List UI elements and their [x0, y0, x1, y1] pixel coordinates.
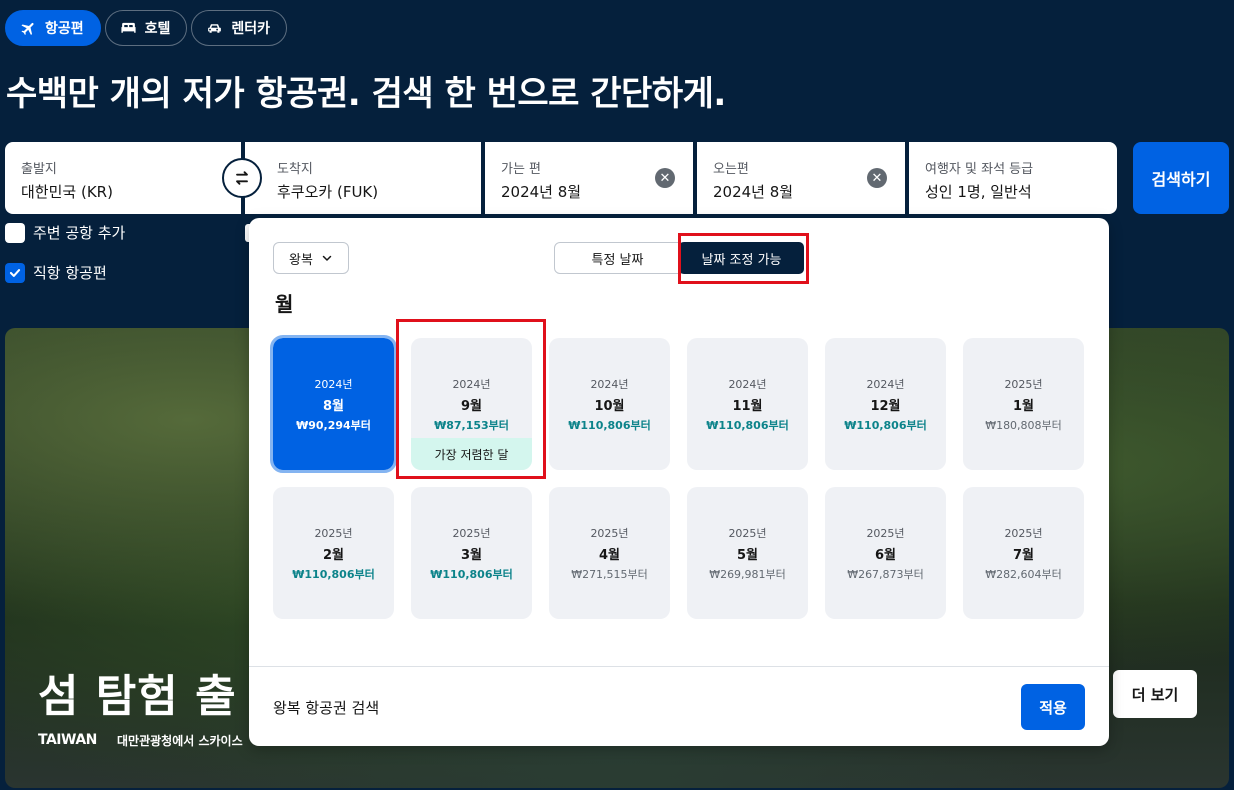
month-year: 2025년 [728, 526, 767, 540]
month-cell[interactable]: 2025년 6월 ₩267,873부터 [825, 487, 946, 619]
month-year: 2024년 [314, 377, 353, 391]
nearby-airports-checkbox[interactable]: 주변 공항 추가 [5, 222, 125, 243]
origin-value: 대한민국 (KR) [21, 183, 113, 201]
travellers-label: 여행자 및 좌석 등급 [925, 162, 1034, 177]
month-price: ₩180,808부터 [985, 418, 1062, 432]
month-price: ₩269,981부터 [709, 567, 786, 581]
highlight-box-cheapest-month [396, 319, 546, 479]
month-name: 6월 [874, 547, 896, 563]
month-price: ₩271,515부터 [571, 567, 648, 581]
month-year: 2024년 [590, 377, 629, 391]
tab-hotels[interactable]: 호텔 [104, 10, 188, 46]
toggle-specific-dates[interactable]: 특정 날짜 [555, 243, 680, 273]
month-year: 2025년 [314, 526, 353, 540]
hero-title: 섬 탐험 출 [38, 671, 237, 722]
travellers-value: 성인 1명, 일반석 [925, 183, 1032, 201]
tab-label: 렌터카 [231, 21, 271, 37]
month-name: 2월 [322, 547, 344, 563]
month-cell[interactable]: 2024년 8월 ₩90,294부터 [270, 335, 397, 473]
month-price: ₩90,294부터 [296, 418, 371, 432]
month-price: ₩267,873부터 [847, 567, 924, 581]
more-button[interactable]: 더 보기 [1113, 670, 1197, 718]
chevron-down-icon [322, 255, 332, 261]
month-cell[interactable]: 2025년 5월 ₩269,981부터 [687, 487, 808, 619]
destination-value: 후쿠오카 (FUK) [277, 183, 379, 201]
month-year: 2025년 [866, 526, 905, 540]
month-name: 10월 [594, 398, 625, 414]
travellers-field[interactable]: 여행자 및 좌석 등급 성인 1명, 일반석 [909, 142, 1117, 214]
month-price: ₩110,806부터 [568, 418, 651, 432]
month-year: 2025년 [452, 526, 491, 540]
date-picker-popup: 왕복 특정 날짜 날짜 조정 가능 월 2024년 8월 ₩90,294부터 2… [249, 218, 1109, 746]
nearby-airports-label: 주변 공항 추가 [33, 224, 126, 242]
footer-label: 왕복 항공권 검색 [273, 699, 380, 717]
month-price: ₩282,604부터 [985, 567, 1062, 581]
page-headline: 수백만 개의 저가 항공권. 검색 한 번으로 간단하게. [6, 74, 726, 114]
popup-footer: 왕복 항공권 검색 적용 [249, 666, 1109, 746]
month-name: 7월 [1012, 547, 1034, 563]
taiwan-logo: TAIWAN [38, 732, 97, 748]
return-value: 2024년 8월 [713, 183, 794, 201]
month-name: 12월 [870, 398, 901, 414]
checkbox-box[interactable] [5, 222, 25, 243]
swap-airports-button[interactable] [222, 158, 262, 198]
month-grid: 2024년 8월 ₩90,294부터 2024년 9월 ₩87,153부터 가장… [270, 335, 1085, 619]
close-icon: ✕ [659, 170, 671, 186]
month-cell[interactable]: 2025년 2월 ₩110,806부터 [273, 487, 394, 619]
month-name: 3월 [460, 547, 482, 563]
month-year: 2025년 [1004, 377, 1043, 391]
car-icon [208, 23, 222, 33]
depart-value: 2024년 8월 [501, 183, 582, 201]
trip-type-select[interactable]: 왕복 [273, 242, 349, 274]
tab-flights[interactable]: 항공편 [5, 10, 101, 46]
checkbox-box[interactable] [5, 262, 25, 283]
tab-label: 호텔 [144, 21, 171, 37]
month-cell[interactable]: 2024년 12월 ₩110,806부터 [825, 338, 946, 470]
product-tabs: 항공편 호텔 렌터카 [5, 10, 288, 46]
month-name: 11월 [732, 398, 763, 414]
month-cell[interactable]: 2025년 4월 ₩271,515부터 [549, 487, 670, 619]
clear-depart-button[interactable]: ✕ [655, 168, 675, 188]
month-name: 4월 [598, 547, 620, 563]
destination-label: 도착지 [277, 162, 313, 177]
month-cell[interactable]: 2025년 1월 ₩180,808부터 [963, 338, 1084, 470]
month-cell[interactable]: 2025년 3월 ₩110,806부터 [411, 487, 532, 619]
search-button[interactable]: 검색하기 [1133, 142, 1229, 214]
checkmark-icon [9, 268, 21, 277]
clear-return-button[interactable]: ✕ [867, 168, 887, 188]
month-name: 1월 [1012, 398, 1034, 414]
month-heading: 월 [275, 292, 294, 316]
tab-label: 항공편 [45, 21, 84, 37]
tab-car-hire[interactable]: 렌터카 [191, 10, 288, 46]
month-year: 2025년 [1004, 526, 1043, 540]
month-name: 8월 [322, 398, 344, 414]
month-year: 2024년 [728, 377, 767, 391]
month-price: ₩110,806부터 [706, 418, 789, 432]
origin-field[interactable]: 출발지 대한민국 (KR) [5, 142, 241, 214]
month-price: ₩110,806부터 [292, 567, 375, 581]
origin-label: 출발지 [21, 162, 57, 177]
month-cell[interactable]: 2024년 10월 ₩110,806부터 [549, 338, 670, 470]
swap-icon [236, 171, 248, 185]
depart-label: 가는 편 [501, 162, 542, 177]
close-icon: ✕ [871, 170, 883, 186]
trip-type-value: 왕복 [289, 252, 313, 268]
month-year: 2025년 [590, 526, 629, 540]
month-price: ₩110,806부터 [430, 567, 513, 581]
month-year: 2024년 [866, 377, 905, 391]
month-cell[interactable]: 2025년 7월 ₩282,604부터 [963, 487, 1084, 619]
month-name: 5월 [736, 547, 758, 563]
month-price: ₩110,806부터 [844, 418, 927, 432]
apply-button[interactable]: 적용 [1021, 684, 1085, 730]
airplane-icon [21, 22, 34, 35]
bed-icon [121, 22, 136, 33]
return-label: 오는편 [713, 162, 749, 177]
highlight-box-flexible-toggle [678, 233, 809, 284]
direct-flights-label: 직항 항공편 [33, 264, 107, 282]
destination-field[interactable]: 도착지 후쿠오카 (FUK) [245, 142, 481, 214]
month-cell[interactable]: 2024년 11월 ₩110,806부터 [687, 338, 808, 470]
hero-caption: 대만관광청에서 스카이스 [117, 734, 243, 748]
direct-flights-checkbox[interactable]: 직항 항공편 [5, 262, 107, 283]
